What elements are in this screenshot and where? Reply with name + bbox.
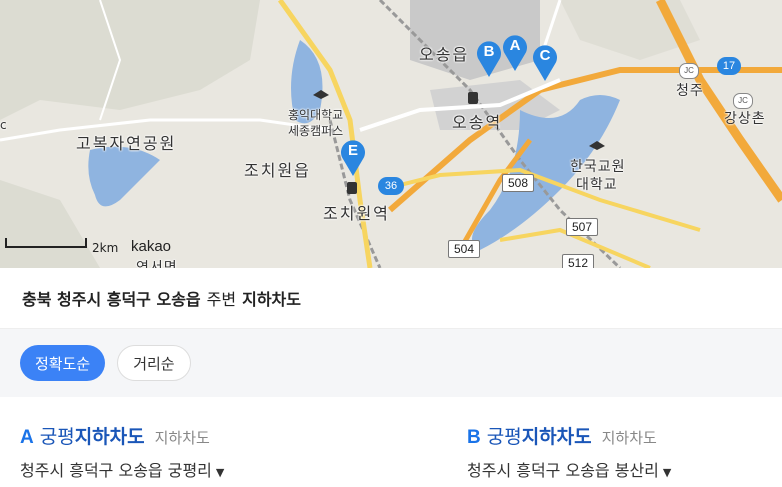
- label-gobok-park: 고복자연공원: [76, 134, 177, 153]
- route-508-sign: 508: [502, 174, 535, 192]
- label-left-c: c: [0, 118, 7, 132]
- result-name[interactable]: 궁평지하차도: [487, 422, 592, 449]
- search-middle: 주변: [206, 290, 237, 309]
- route-507-sign: 507: [566, 218, 599, 236]
- map-marker-a[interactable]: A: [500, 32, 530, 72]
- label-yeonseo: 연서면: [136, 260, 178, 268]
- result-category: 지하차도: [601, 429, 657, 447]
- map-scale-bar: [5, 238, 87, 248]
- map-marker-c[interactable]: C: [530, 42, 560, 82]
- map-scale-label: 2km: [92, 241, 119, 255]
- result-address[interactable]: 청주시 흥덕구 오송읍 봉산리 ▼: [467, 457, 782, 481]
- result-name[interactable]: 궁평지하차도: [40, 422, 145, 449]
- label-gangsangchon: 강상촌: [724, 111, 766, 127]
- route-512-sign: 512: [562, 254, 595, 268]
- sort-distance-button[interactable]: 거리순: [117, 345, 191, 381]
- label-knue-2: 대학교: [576, 177, 618, 193]
- search-keyword: 지하차도: [242, 290, 301, 309]
- result-list: A 궁평지하차도 지하차도 청주시 흥덕구 오송읍 궁평리 ▼ B 궁평지하차도 …: [0, 397, 782, 481]
- caret-down-icon: ▼: [215, 466, 225, 479]
- route-17-shield: 17: [717, 57, 741, 75]
- sort-bar: 정확도순 거리순: [0, 329, 782, 397]
- label-hongik-univ: 홍익대학교: [288, 108, 344, 122]
- label-knue-1: 한국교원: [570, 159, 626, 175]
- kakao-logo: kakao: [131, 238, 172, 255]
- label-osong-eup: 오송읍: [419, 45, 470, 64]
- map-marker-e[interactable]: E: [338, 137, 368, 177]
- route-36-shield: 36: [378, 177, 404, 195]
- label-osong-station: 오송역: [452, 113, 503, 132]
- route-504-sign: 504: [448, 240, 481, 258]
- result-letter: B: [467, 427, 481, 448]
- result-address[interactable]: 청주시 흥덕구 오송읍 궁평리 ▼: [20, 457, 447, 481]
- label-cheongju: 청주: [676, 83, 704, 99]
- label-jochiwon-station: 조치원역: [323, 204, 390, 223]
- map-marker-b[interactable]: B: [474, 38, 504, 78]
- sort-accuracy-button[interactable]: 정확도순: [20, 345, 106, 381]
- jc-icon: JC: [679, 63, 699, 79]
- result-category: 지하차도: [154, 429, 210, 447]
- search-title: 충북 청주시 흥덕구 오송읍 주변 지하차도: [0, 268, 782, 329]
- result-letter: A: [20, 427, 34, 448]
- result-item[interactable]: A 궁평지하차도 지하차도 청주시 흥덕구 오송읍 궁평리 ▼: [0, 422, 447, 481]
- label-jochiwon-eup: 조치원읍: [244, 161, 311, 180]
- jc-icon: JC: [733, 93, 753, 109]
- label-sejong-campus: 세종캠퍼스: [288, 124, 344, 138]
- map-view[interactable]: 오송읍 청주 강상촌 홍익대학교 세종캠퍼스 고복자연공원 조치원읍 오송역 한…: [0, 0, 782, 268]
- result-item[interactable]: B 궁평지하차도 지하차도 청주시 흥덕구 오송읍 봉산리 ▼: [447, 422, 782, 481]
- search-region: 충북 청주시 흥덕구 오송읍: [22, 290, 201, 309]
- caret-down-icon: ▼: [662, 466, 672, 479]
